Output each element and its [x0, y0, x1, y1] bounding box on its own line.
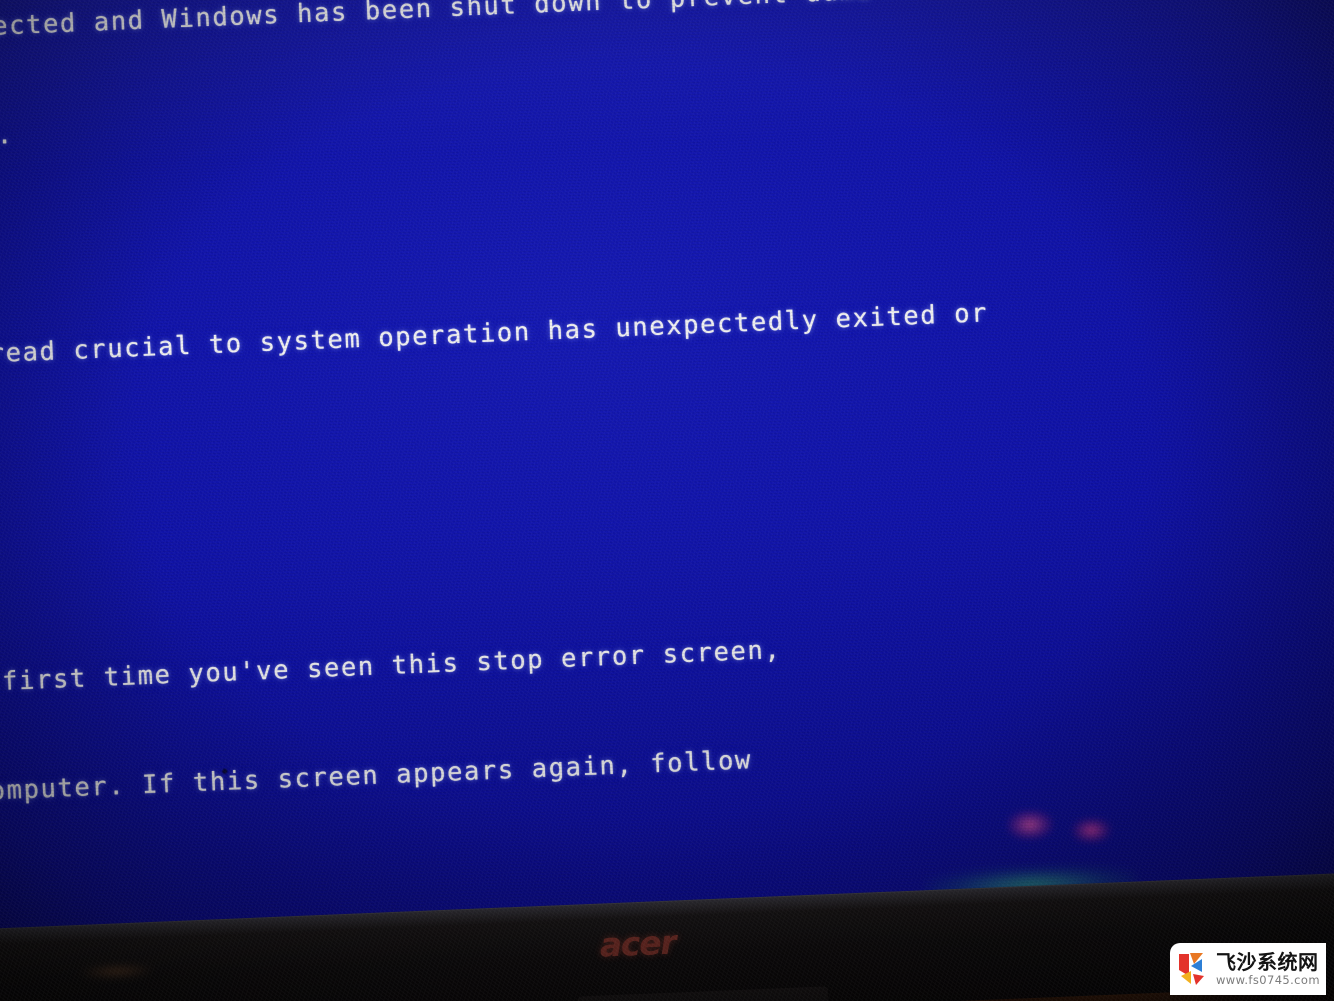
acer-brand-logo: acer: [598, 922, 677, 965]
bsod-line: d.: [0, 386, 1334, 487]
acer-monitor: een detected and Windows has been shut d…: [0, 0, 1334, 1001]
site-watermark: 飞沙系统网 www.fs0745.com: [1170, 943, 1326, 995]
watermark-site-name: 飞沙系统网: [1216, 950, 1319, 974]
bsod-line: een detected and Windows has been shut d…: [0, 0, 874, 44]
bsod-line: our computer. If this screen appears aga…: [0, 745, 753, 808]
photo-canvas: een detected and Windows has been shut d…: [0, 0, 1334, 1001]
bsod-spacer: [0, 167, 1334, 268]
bsod-line: or thread crucial to system operation ha…: [0, 298, 989, 372]
lcd-panel: een detected and Windows has been shut d…: [0, 0, 1334, 935]
watermark-text: 飞沙系统网 www.fs0745.com: [1216, 951, 1320, 987]
watermark-site-url: www.fs0745.com: [1216, 973, 1320, 987]
lens-reflection-pink: [1070, 816, 1112, 845]
bsod-spacer: [0, 495, 1334, 596]
bsod-line: omputer.: [0, 120, 15, 156]
watermark-logo-icon: [1177, 950, 1211, 988]
lens-reflection-pink: [1006, 808, 1054, 841]
bsod-line: s the first time you've seen this stop e…: [1, 635, 782, 697]
bsod-text-block: een detected and Windows has been shut d…: [0, 0, 1334, 935]
